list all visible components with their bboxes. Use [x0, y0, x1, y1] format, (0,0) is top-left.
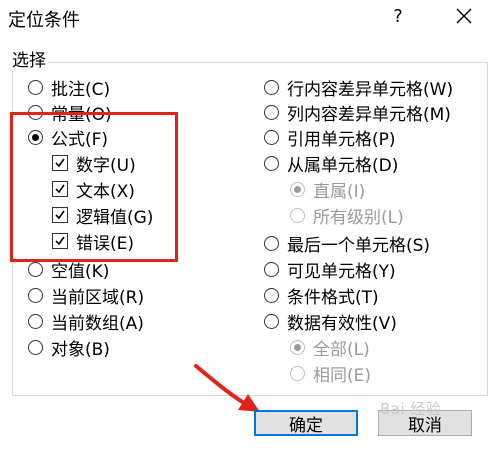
- option-label: 当前区域(R): [51, 287, 145, 308]
- option-label: 批注(C): [51, 79, 111, 100]
- option-comments[interactable]: 批注(C): [28, 74, 110, 100]
- help-button[interactable]: ?: [386, 4, 410, 30]
- radio-icon[interactable]: [264, 235, 279, 251]
- radio-icon[interactable]: [28, 261, 43, 277]
- option-conditional-formats[interactable]: 条件格式(T): [264, 282, 379, 308]
- option-column-differences[interactable]: 列内容差异单元格(M): [264, 99, 451, 125]
- option-last-cell[interactable]: 最后一个单元格(S): [264, 230, 430, 256]
- option-label: 引用单元格(P): [287, 129, 396, 150]
- radio-icon[interactable]: [264, 129, 279, 145]
- option-precedents[interactable]: 引用单元格(P): [264, 124, 396, 150]
- option-row-differences[interactable]: 行内容差异单元格(W): [264, 74, 453, 100]
- option-label: 最后一个单元格(S): [287, 235, 431, 256]
- close-icon[interactable]: [450, 2, 478, 30]
- option-label: 所有级别(L): [313, 207, 404, 228]
- radio-icon[interactable]: [290, 207, 305, 223]
- radio-icon[interactable]: [264, 313, 279, 329]
- option-label: 行内容差异单元格(W): [287, 79, 454, 100]
- radio-icon[interactable]: [28, 79, 43, 95]
- highlight-box: [10, 112, 178, 262]
- option-objects[interactable]: 对象(B): [28, 334, 110, 360]
- title-bar: 定位条件 ?: [0, 0, 500, 36]
- radio-icon[interactable]: [28, 287, 43, 303]
- option-label: 条件格式(T): [287, 287, 379, 308]
- option-label: 全部(L): [313, 339, 370, 360]
- watermark: Bai 经验: [380, 400, 442, 418]
- option-label: 列内容差异单元格(M): [287, 104, 451, 125]
- option-validation-same[interactable]: 相同(E): [290, 360, 371, 386]
- radio-icon[interactable]: [28, 339, 43, 355]
- option-all-levels[interactable]: 所有级别(L): [290, 202, 404, 228]
- group-label: 选择: [12, 46, 48, 71]
- radio-icon[interactable]: [290, 365, 305, 381]
- option-label: 从属单元格(D): [287, 155, 399, 176]
- option-label: 直属(I): [313, 181, 366, 202]
- arrow-icon: [194, 364, 260, 412]
- radio-icon[interactable]: [264, 104, 279, 120]
- option-direct-only[interactable]: 直属(I): [290, 176, 365, 202]
- ok-button[interactable]: 确定: [254, 410, 358, 436]
- dialog-title: 定位条件: [8, 10, 80, 31]
- radio-icon[interactable]: [28, 313, 43, 329]
- option-visible-cells[interactable]: 可见单元格(Y): [264, 256, 396, 282]
- option-label: 对象(B): [51, 339, 110, 360]
- radio-icon[interactable]: [264, 79, 279, 95]
- option-dependents[interactable]: 从属单元格(D): [264, 150, 398, 176]
- option-current-region[interactable]: 当前区域(R): [28, 282, 144, 308]
- radio-icon[interactable]: [264, 287, 279, 303]
- option-current-array[interactable]: 当前数组(A): [28, 308, 144, 334]
- option-label: 数据有效性(V): [287, 313, 397, 334]
- radio-icon[interactable]: [264, 261, 279, 277]
- option-data-validation[interactable]: 数据有效性(V): [264, 308, 397, 334]
- radio-icon[interactable]: [264, 155, 279, 171]
- radio-icon[interactable]: [290, 181, 305, 197]
- option-label: 当前数组(A): [51, 313, 144, 334]
- option-label: 相同(E): [313, 365, 372, 386]
- option-validation-all[interactable]: 全部(L): [290, 334, 370, 360]
- option-label: 可见单元格(Y): [287, 261, 396, 282]
- radio-icon[interactable]: [290, 339, 305, 355]
